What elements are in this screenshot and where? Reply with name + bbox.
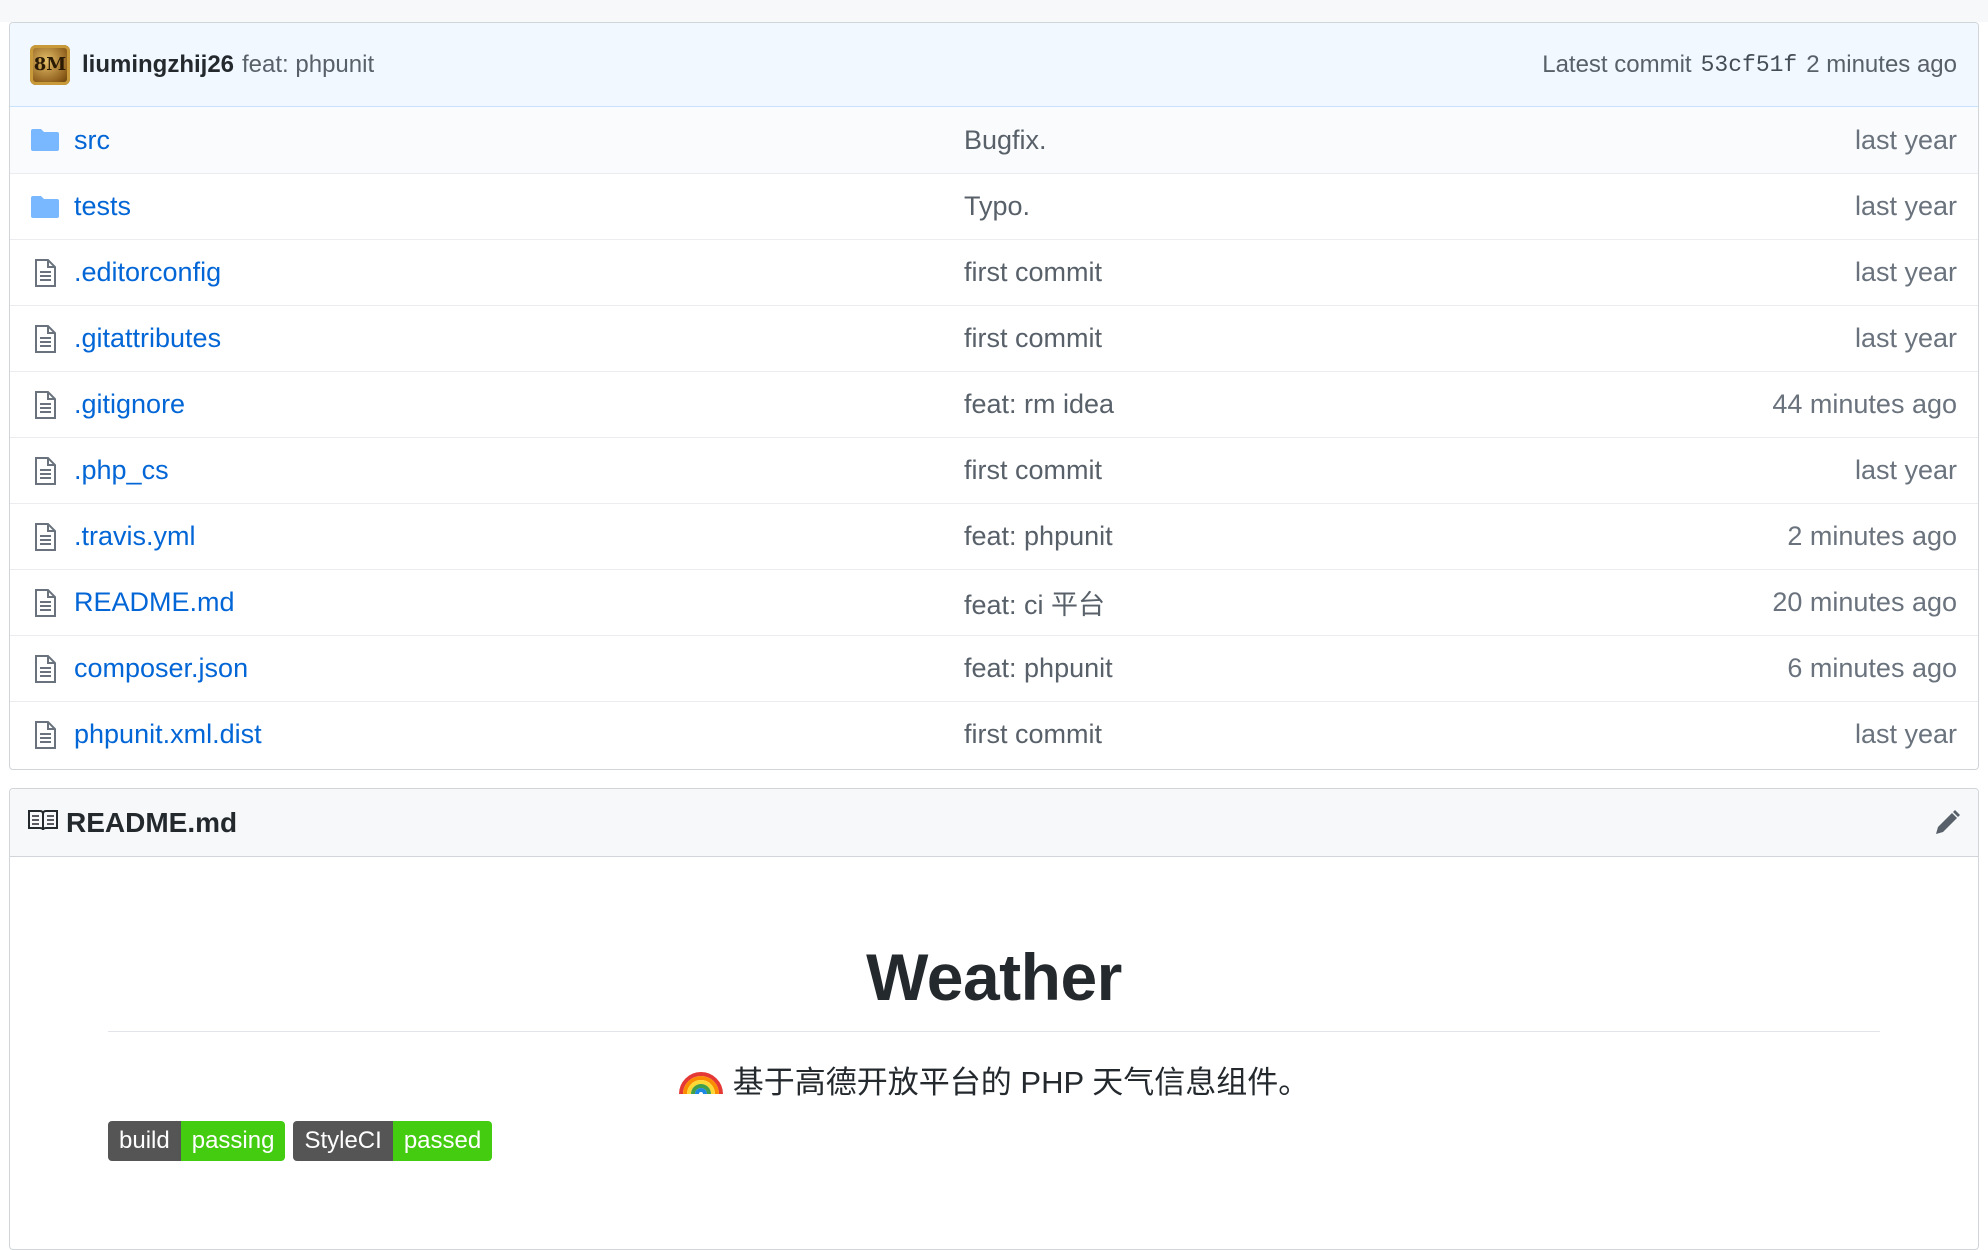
file-commit-message-link[interactable]: Typo. — [964, 191, 1855, 222]
file-commit-message-link[interactable]: Bugfix. — [964, 125, 1855, 156]
file-commit-age: 44 minutes ago — [1772, 389, 1957, 419]
folder-icon — [30, 125, 60, 155]
file-commit-message-link[interactable]: first commit — [964, 323, 1855, 354]
commit-sha-link[interactable]: 53cf51f — [1701, 52, 1798, 78]
readme-filename: README.md — [66, 806, 238, 838]
file-name-link[interactable]: .editorconfig — [74, 257, 964, 288]
file-row: composer.json feat: phpunit 6 minutes ag… — [10, 635, 1978, 701]
file-commit-message-link[interactable]: feat: ci 平台 — [964, 583, 1772, 622]
file-row: phpunit.xml.dist first commit last year — [10, 701, 1978, 767]
badge-label: StyleCI — [293, 1121, 393, 1161]
file-commit-age: last year — [1854, 191, 1957, 221]
file-browser: 8M liumingzhij26 feat: phpunit Latest co… — [9, 22, 1979, 770]
rainbow-icon — [678, 1058, 723, 1102]
file-name-link[interactable]: src — [74, 125, 964, 156]
readme-heading: Weather — [866, 940, 1122, 1014]
file-icon — [30, 324, 60, 354]
readme-header: README.md — [10, 789, 1978, 857]
file-row: tests Typo. last year — [10, 173, 1978, 239]
pencil-icon[interactable] — [1932, 808, 1962, 838]
file-icon — [30, 456, 60, 486]
file-name-link[interactable]: README.md — [74, 587, 964, 618]
file-commit-age: 6 minutes ago — [1787, 653, 1957, 683]
latest-commit-bar: 8M liumingzhij26 feat: phpunit Latest co… — [10, 23, 1978, 107]
file-row: src Bugfix. last year — [10, 107, 1978, 173]
commit-author-link[interactable]: liumingzhij26 — [82, 51, 234, 79]
styleci-badge[interactable]: StyleCI passed — [293, 1121, 493, 1161]
file-row: README.md feat: ci 平台 20 minutes ago — [10, 569, 1978, 635]
file-name-link[interactable]: .gitignore — [74, 389, 964, 420]
commit-time: 2 minutes ago — [1806, 50, 1957, 78]
file-row: .travis.yml feat: phpunit 2 minutes ago — [10, 503, 1978, 569]
book-icon — [28, 808, 58, 837]
file-commit-message-link[interactable]: first commit — [964, 455, 1855, 486]
file-commit-age: 2 minutes ago — [1787, 521, 1957, 551]
file-commit-message-link[interactable]: first commit — [964, 719, 1855, 750]
file-commit-age: last year — [1854, 719, 1957, 749]
file-icon — [30, 258, 60, 288]
file-commit-age: last year — [1854, 124, 1957, 155]
file-name-link[interactable]: composer.json — [74, 653, 964, 684]
readme-description: 基于高德开放平台的 PHP 天气信息组件。 — [108, 1057, 1880, 1102]
build-badge[interactable]: build passing — [108, 1121, 286, 1161]
file-row: .gitignore feat: rm idea 44 minutes ago — [10, 371, 1978, 437]
file-row: .php_cs first commit last year — [10, 437, 1978, 503]
file-name-link[interactable]: .php_cs — [74, 455, 964, 486]
file-commit-age: last year — [1854, 323, 1957, 353]
file-name-link[interactable]: tests — [74, 191, 964, 222]
description-text: 基于高德开放平台的 PHP 天气信息组件。 — [732, 1065, 1310, 1100]
readme-panel: README.md Weather 基于高德开放平台的 PHP 天气信息组件。 … — [9, 788, 1979, 1250]
folder-icon — [30, 192, 60, 222]
file-icon — [30, 654, 60, 684]
file-commit-message-link[interactable]: feat: phpunit — [964, 521, 1787, 552]
file-icon — [30, 720, 60, 750]
commit-message-link[interactable]: feat: phpunit — [242, 51, 374, 79]
file-icon — [30, 522, 60, 552]
heading-divider — [108, 1031, 1880, 1032]
file-commit-age: last year — [1854, 257, 1957, 287]
file-icon — [30, 588, 60, 618]
file-commit-message-link[interactable]: first commit — [964, 257, 1855, 288]
file-row: .gitattributes first commit last year — [10, 305, 1978, 371]
file-commit-age: last year — [1854, 455, 1957, 485]
file-commit-message-link[interactable]: feat: phpunit — [964, 653, 1787, 684]
latest-commit-label: Latest commit — [1542, 50, 1692, 78]
badge-status: passing — [180, 1121, 286, 1161]
author-avatar[interactable]: 8M — [30, 44, 70, 85]
file-icon — [30, 390, 60, 420]
badges: build passing StyleCI passed — [108, 1121, 493, 1161]
top-strip — [0, 0, 1988, 22]
file-commit-age: 20 minutes ago — [1772, 587, 1957, 617]
file-commit-message-link[interactable]: feat: rm idea — [964, 389, 1772, 420]
file-name-link[interactable]: .gitattributes — [74, 323, 964, 354]
file-row: .editorconfig first commit last year — [10, 239, 1978, 305]
commit-meta: Latest commit 53cf51f 2 minutes ago — [1542, 51, 1957, 79]
file-name-link[interactable]: phpunit.xml.dist — [74, 719, 964, 750]
file-list: src Bugfix. last year tests Typo. last y… — [10, 107, 1978, 767]
badge-status: passed — [392, 1121, 493, 1161]
file-name-link[interactable]: .travis.yml — [74, 521, 964, 552]
badge-label: build — [108, 1121, 181, 1161]
